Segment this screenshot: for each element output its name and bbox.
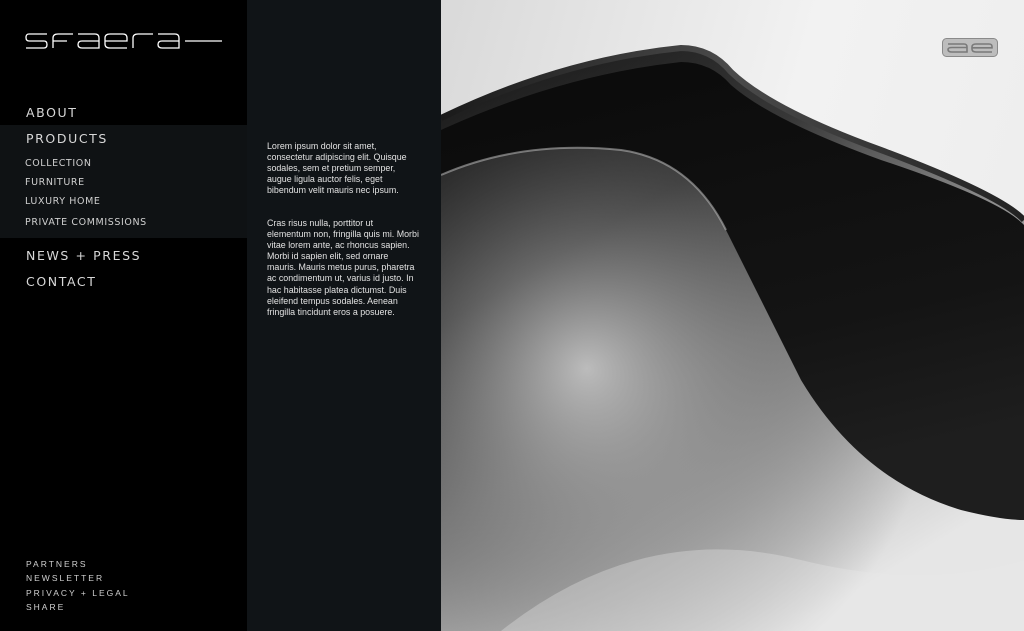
hero-image bbox=[441, 0, 1024, 631]
nav-sub-collection[interactable]: COLLECTION bbox=[25, 158, 92, 169]
nav-sub-private-commissions[interactable]: PRIVATE COMMISSIONS bbox=[25, 217, 147, 228]
footer-partners[interactable]: PARTNERS bbox=[26, 559, 88, 569]
sidebar: ABOUT PRODUCTS COLLECTION FURNITURE LUXU… bbox=[0, 0, 247, 631]
intro-paragraph: Lorem ipsum dolor sit amet, consectetur … bbox=[267, 141, 407, 196]
nav-products[interactable]: PRODUCTS bbox=[26, 131, 108, 146]
footer-newsletter[interactable]: NEWSLETTER bbox=[26, 573, 104, 583]
footer-privacy-legal[interactable]: PRIVACY + LEGAL bbox=[26, 588, 130, 598]
sculpture-render bbox=[441, 0, 1024, 631]
brand-logo[interactable] bbox=[25, 28, 225, 52]
body-paragraph: Cras risus nulla, porttitor ut elementum… bbox=[267, 218, 419, 317]
content-column: Lorem ipsum dolor sit amet, consectetur … bbox=[247, 0, 441, 631]
logo-wordmark bbox=[25, 33, 222, 49]
nav-news-press[interactable]: NEWS + PRESS bbox=[26, 248, 141, 263]
page: ABOUT PRODUCTS COLLECTION FURNITURE LUXU… bbox=[0, 0, 1024, 631]
nav-sub-furniture[interactable]: FURNITURE bbox=[25, 177, 85, 188]
ae-badge[interactable] bbox=[942, 38, 998, 57]
nav-sub-luxury-home[interactable]: LUXURY HOME bbox=[25, 196, 100, 207]
footer-share[interactable]: SHARE bbox=[26, 602, 65, 612]
ae-logo-icon bbox=[942, 38, 998, 57]
nav-contact[interactable]: CONTACT bbox=[26, 274, 96, 289]
nav-about[interactable]: ABOUT bbox=[26, 105, 78, 120]
